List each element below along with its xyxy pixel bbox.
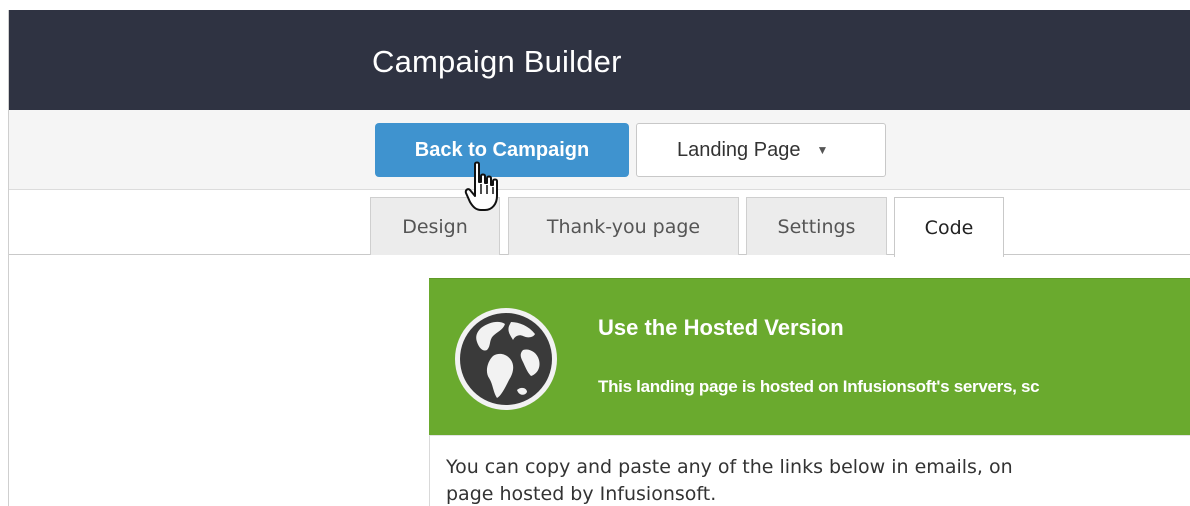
hosted-version-description: This landing page is hosted on Infusions…: [598, 377, 1040, 396]
tab-thank-you-page[interactable]: Thank-you page: [508, 197, 739, 255]
globe-icon: [455, 308, 557, 410]
app-header: Campaign Builder: [9, 10, 1190, 110]
landing-page-dropdown[interactable]: Landing Page ▼: [636, 123, 886, 177]
links-description-line-1: You can copy and paste any of the links …: [446, 456, 1013, 478]
page-title: Campaign Builder: [372, 44, 622, 79]
landing-page-dropdown-value: Landing Page: [677, 138, 801, 161]
tab-settings[interactable]: Settings: [746, 197, 887, 255]
window-frame-top: [0, 0, 1190, 10]
chevron-down-icon: ▼: [816, 143, 829, 157]
links-section: You can copy and paste any of the links …: [429, 435, 1190, 506]
toolbar: Back to Campaign Landing Page ▼: [9, 110, 1190, 190]
tab-code[interactable]: Code: [894, 197, 1004, 257]
links-description-line-2: page hosted by Infusionsoft.: [446, 483, 717, 505]
hosted-version-title: Use the Hosted Version: [598, 315, 844, 340]
links-description: You can copy and paste any of the links …: [446, 454, 1190, 506]
hand-cursor-icon: [464, 161, 498, 211]
tab-bar: Design Thank-you page Settings Code: [9, 191, 1190, 257]
hosted-version-banner: Use the Hosted Version This landing page…: [429, 278, 1190, 435]
